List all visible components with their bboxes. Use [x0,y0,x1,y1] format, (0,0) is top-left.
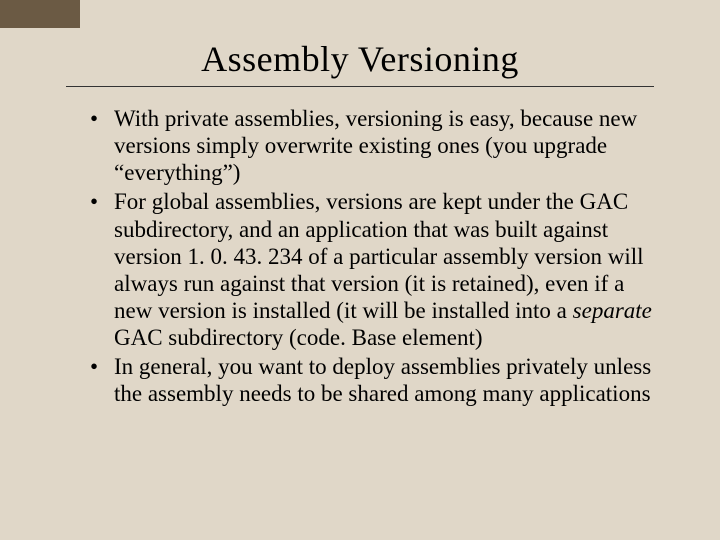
bullet-italic: separate [573,298,652,323]
slide-title: Assembly Versioning [48,38,672,80]
bullet-text: For global assemblies, versions are kept… [114,189,644,323]
bullet-text-after: GAC subdirectory (code. Base element) [114,325,483,350]
list-item: For global assemblies, versions are kept… [114,188,652,353]
bullet-list: With private assemblies, versioning is e… [48,105,672,409]
list-item: With private assemblies, versioning is e… [114,105,652,188]
list-item: In general, you want to deploy assemblie… [114,353,652,409]
slide-body: Assembly Versioning With private assembl… [0,0,720,540]
corner-accent [0,0,80,28]
bullet-text: In general, you want to deploy assemblie… [114,354,651,406]
bullet-text: With private assemblies, versioning is e… [114,106,637,185]
title-underline [66,86,654,87]
